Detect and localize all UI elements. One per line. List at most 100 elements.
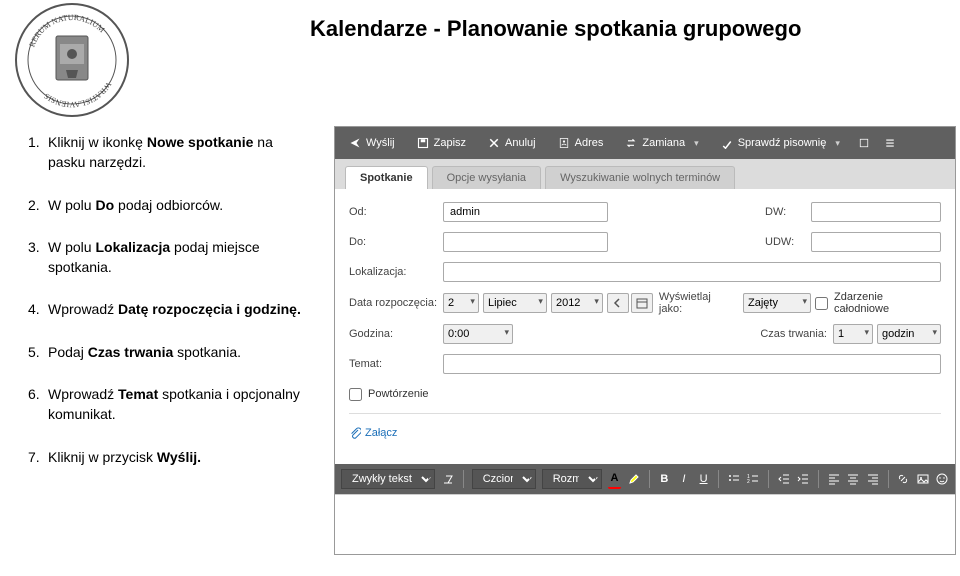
- step-text: Podaj Czas trwania spotkania.: [48, 342, 241, 362]
- align-center-icon: [847, 473, 859, 485]
- indent-button[interactable]: [797, 469, 811, 489]
- clear-format-button[interactable]: [441, 469, 455, 489]
- clear-icon: [441, 472, 455, 486]
- outdent-icon: [778, 473, 790, 485]
- indent-icon: [797, 473, 809, 485]
- showas-label: Wyświetlaj jako:: [659, 291, 737, 315]
- step-text: Kliknij w ikonkę Nowe spotkanie na pasku…: [48, 132, 308, 173]
- svg-text:2: 2: [747, 479, 750, 485]
- align-left-button[interactable]: [827, 469, 841, 489]
- swap-icon: [625, 137, 637, 149]
- align-center-button[interactable]: [846, 469, 860, 489]
- highlight-icon: [628, 473, 640, 485]
- font-select[interactable]: Czcionka: [472, 469, 536, 489]
- duration-value-select[interactable]: 1: [833, 324, 873, 344]
- step-text: W polu Lokalizacja podaj miejsce spotkan…: [48, 237, 308, 278]
- tab-send-options[interactable]: Opcje wysyłania: [432, 166, 541, 189]
- location-input[interactable]: [443, 262, 941, 282]
- bullet-list-button[interactable]: [727, 469, 741, 489]
- message-editor[interactable]: [335, 494, 955, 554]
- step-text: Wprowadź Temat spotkania i opcjonalny ko…: [48, 384, 308, 425]
- highlight-button[interactable]: [627, 469, 641, 489]
- text-style-select[interactable]: Zwykły tekst: [341, 469, 435, 489]
- meeting-editor-window: Wyślij Zapisz Anuluj Adres Zamiana▾ Spra…: [334, 126, 956, 555]
- align-left-icon: [828, 473, 840, 485]
- day-select[interactable]: 2: [443, 293, 479, 313]
- format-toolbar: Zwykły tekst Czcionka Rozmiar A B I U 12: [335, 464, 955, 494]
- outdent-button[interactable]: [777, 469, 791, 489]
- send-button[interactable]: Wyślij: [339, 133, 405, 153]
- image-button[interactable]: [916, 469, 930, 489]
- main-toolbar: Wyślij Zapisz Anuluj Adres Zamiana▾ Spra…: [335, 127, 955, 159]
- swap-button[interactable]: Zamiana▾: [615, 133, 708, 153]
- list-icon: [884, 137, 896, 149]
- font-color-button[interactable]: A: [608, 469, 622, 489]
- from-label: Od:: [349, 206, 443, 218]
- step-text: W polu Do podaj odbiorców.: [48, 195, 223, 215]
- udw-label: UDW:: [765, 236, 805, 248]
- italic-button[interactable]: I: [677, 469, 691, 489]
- showas-select[interactable]: Zajęty: [743, 293, 811, 313]
- startdate-label: Data rozpoczęcia:: [349, 297, 443, 309]
- dw-input[interactable]: [811, 202, 941, 222]
- bold-button[interactable]: B: [658, 469, 672, 489]
- save-button[interactable]: Zapisz: [407, 133, 476, 153]
- send-icon: [349, 137, 361, 149]
- spellcheck-button[interactable]: Sprawdź pisownię▾: [711, 133, 850, 153]
- allday-label: Zdarzenie całodniowe: [834, 291, 941, 315]
- calendar-picker-button[interactable]: [631, 293, 653, 313]
- extra-button-2[interactable]: [878, 133, 902, 153]
- to-label: Do:: [349, 236, 443, 248]
- paperclip-icon: [349, 427, 361, 439]
- spellcheck-icon: [721, 137, 733, 149]
- smiley-icon: [936, 473, 948, 485]
- to-input[interactable]: [443, 232, 608, 252]
- repeat-label: Powtórzenie: [368, 388, 429, 400]
- time-label: Godzina:: [349, 328, 443, 340]
- save-icon: [417, 137, 429, 149]
- address-button[interactable]: Adres: [548, 133, 614, 153]
- instructions-list: 1.Kliknij w ikonkę Nowe spotkanie na pas…: [28, 132, 308, 489]
- cancel-button[interactable]: Anuluj: [478, 133, 546, 153]
- tabbar: Spotkanie Opcje wysyłania Wyszukiwanie w…: [335, 159, 955, 189]
- divider: [349, 413, 941, 414]
- time-select[interactable]: 0:00: [443, 324, 513, 344]
- subject-label: Temat:: [349, 358, 443, 370]
- subject-input[interactable]: [443, 354, 941, 374]
- tab-free-busy[interactable]: Wyszukiwanie wolnych terminów: [545, 166, 735, 189]
- tab-meeting[interactable]: Spotkanie: [345, 166, 428, 189]
- university-seal: RERUM NATURALIUM WRATISLAVIENSIS: [12, 0, 132, 120]
- underline-button[interactable]: U: [697, 469, 711, 489]
- year-select[interactable]: 2012: [551, 293, 603, 313]
- duration-unit-select[interactable]: godzin: [877, 324, 941, 344]
- dw-label: DW:: [765, 206, 805, 218]
- bullet-list-icon: [728, 473, 740, 485]
- link-icon: [897, 473, 909, 485]
- align-right-button[interactable]: [866, 469, 880, 489]
- attach-button[interactable]: Załącz: [349, 427, 397, 439]
- chevron-left-icon: [613, 298, 623, 308]
- repeat-checkbox[interactable]: [349, 388, 362, 401]
- smiley-button[interactable]: [935, 469, 949, 489]
- prev-date-button[interactable]: [607, 293, 629, 313]
- udw-input[interactable]: [811, 232, 941, 252]
- image-icon: [917, 473, 929, 485]
- step-text: Wprowadź Datę rozpoczęcia i godzinę.: [48, 299, 301, 319]
- allday-checkbox[interactable]: [815, 297, 828, 310]
- extra-button-1[interactable]: [852, 133, 876, 153]
- size-select[interactable]: Rozmiar: [542, 469, 602, 489]
- location-label: Lokalizacja:: [349, 266, 443, 278]
- from-input[interactable]: [443, 202, 608, 222]
- addressbook-icon: [558, 137, 570, 149]
- link-button[interactable]: [896, 469, 910, 489]
- page-title: Kalendarze - Planowanie spotkania grupow…: [310, 16, 801, 42]
- align-right-icon: [867, 473, 879, 485]
- svg-text:WRATISLAVIENSIS: WRATISLAVIENSIS: [42, 80, 113, 109]
- step-text: Kliknij w przycisk Wyślij.: [48, 447, 201, 467]
- window-icon: [858, 137, 870, 149]
- duration-label: Czas trwania:: [760, 328, 827, 340]
- close-icon: [488, 137, 500, 149]
- month-select[interactable]: Lipiec: [483, 293, 547, 313]
- number-list-button[interactable]: 12: [747, 469, 761, 489]
- number-list-icon: 12: [747, 473, 759, 485]
